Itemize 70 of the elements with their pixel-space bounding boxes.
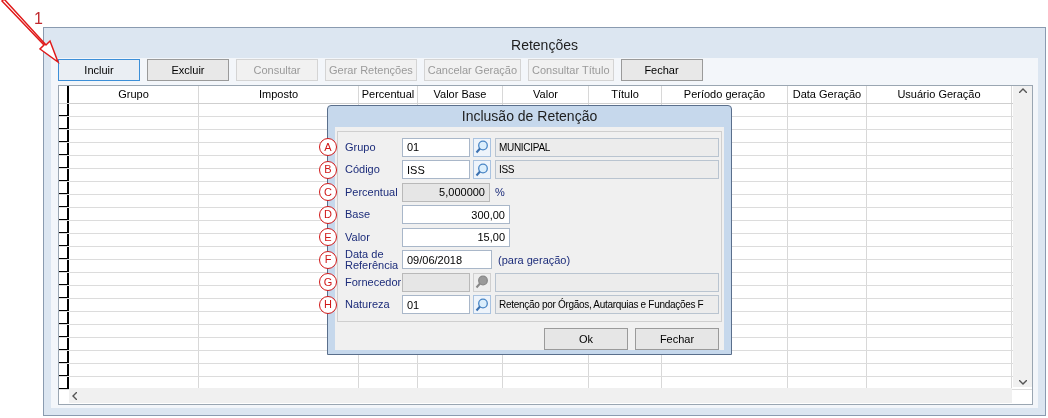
row-header[interactable] [59, 130, 69, 142]
dialog-button[interactable]: Fechar [635, 328, 719, 350]
search-icon [475, 140, 489, 155]
row-header[interactable] [59, 195, 69, 207]
field-label: Base [345, 209, 372, 221]
row-header[interactable] [59, 143, 69, 155]
column-header[interactable]: Título [589, 86, 662, 103]
lookup-button[interactable] [473, 137, 491, 157]
search-icon [475, 162, 489, 177]
row-header[interactable] [59, 208, 69, 220]
column-header[interactable]: Período geração [662, 86, 788, 103]
description-field: Retenção por Órgãos, Autarquias e Fundações F [495, 295, 719, 315]
dialog-button[interactable]: Ok [544, 328, 628, 350]
toolbar-button[interactable]: Incluir [58, 59, 140, 81]
horizontal-scrollbar[interactable] [69, 388, 1012, 403]
row-header[interactable] [59, 117, 69, 129]
field-label: Data de Referência [345, 248, 400, 271]
step-number: 1 [34, 11, 43, 27]
code-field[interactable]: ISS [402, 160, 470, 180]
field-label: Grupo [345, 141, 377, 153]
description-field: MUNICIPAL [495, 137, 719, 157]
toolbar-button[interactable]: Excluir [147, 59, 229, 81]
row-header[interactable] [59, 182, 69, 194]
window-title: Retenções [511, 36, 578, 55]
vertical-scrollbar[interactable] [1013, 86, 1032, 387]
row-header[interactable] [59, 364, 69, 376]
row-header[interactable] [59, 299, 69, 311]
column-header[interactable]: Usuário Geração [867, 86, 1012, 103]
row-header[interactable] [59, 273, 69, 285]
amount-field[interactable]: 15,00 [402, 227, 510, 247]
row-header[interactable] [59, 338, 69, 350]
unit-label: % [495, 185, 505, 200]
column-header[interactable]: Data Geração [788, 86, 867, 103]
column-header[interactable]: Valor [503, 86, 589, 103]
field-label: Percentual [345, 186, 399, 198]
lookup-button[interactable] [473, 272, 491, 292]
row-header[interactable] [59, 247, 69, 259]
lookup-button[interactable] [473, 295, 491, 315]
field-label: Código [345, 164, 381, 176]
row-header[interactable] [59, 260, 69, 272]
row-header[interactable] [59, 286, 69, 298]
row-header[interactable] [59, 104, 69, 116]
disabled-search-icon [475, 275, 489, 290]
search-icon [475, 297, 489, 312]
date-field[interactable]: 09/06/2018 [402, 250, 492, 270]
column-header[interactable]: Imposto [199, 86, 359, 103]
column-header[interactable]: Grupo [69, 86, 199, 103]
row-header[interactable] [59, 351, 69, 363]
row-header[interactable] [59, 312, 69, 324]
description-field: ISS [495, 160, 719, 180]
dialog-title: Inclusão de Retenção [461, 107, 598, 126]
row-header[interactable] [59, 234, 69, 246]
note-label: (para geração) [498, 252, 571, 268]
column-header[interactable]: Percentual [359, 86, 418, 103]
scroll-left-icon[interactable] [72, 391, 77, 400]
row-header[interactable] [59, 325, 69, 337]
field-label: Valor [345, 231, 371, 243]
row-header[interactable] [59, 156, 69, 168]
scroll-up-icon[interactable] [1018, 88, 1027, 93]
amount-field[interactable]: 300,00 [402, 205, 510, 225]
scroll-down-icon[interactable] [1018, 380, 1027, 385]
column-header[interactable]: Valor Base [418, 86, 503, 103]
row-header[interactable] [59, 169, 69, 181]
row-header[interactable] [59, 221, 69, 233]
field-label: Fornecedor [345, 276, 402, 288]
code-field[interactable]: 01 [402, 137, 470, 157]
code-field[interactable]: 01 [402, 295, 470, 315]
field-label: Natureza [345, 299, 391, 311]
lookup-button[interactable] [473, 160, 491, 180]
toolbar-button[interactable]: Fechar [620, 59, 703, 81]
